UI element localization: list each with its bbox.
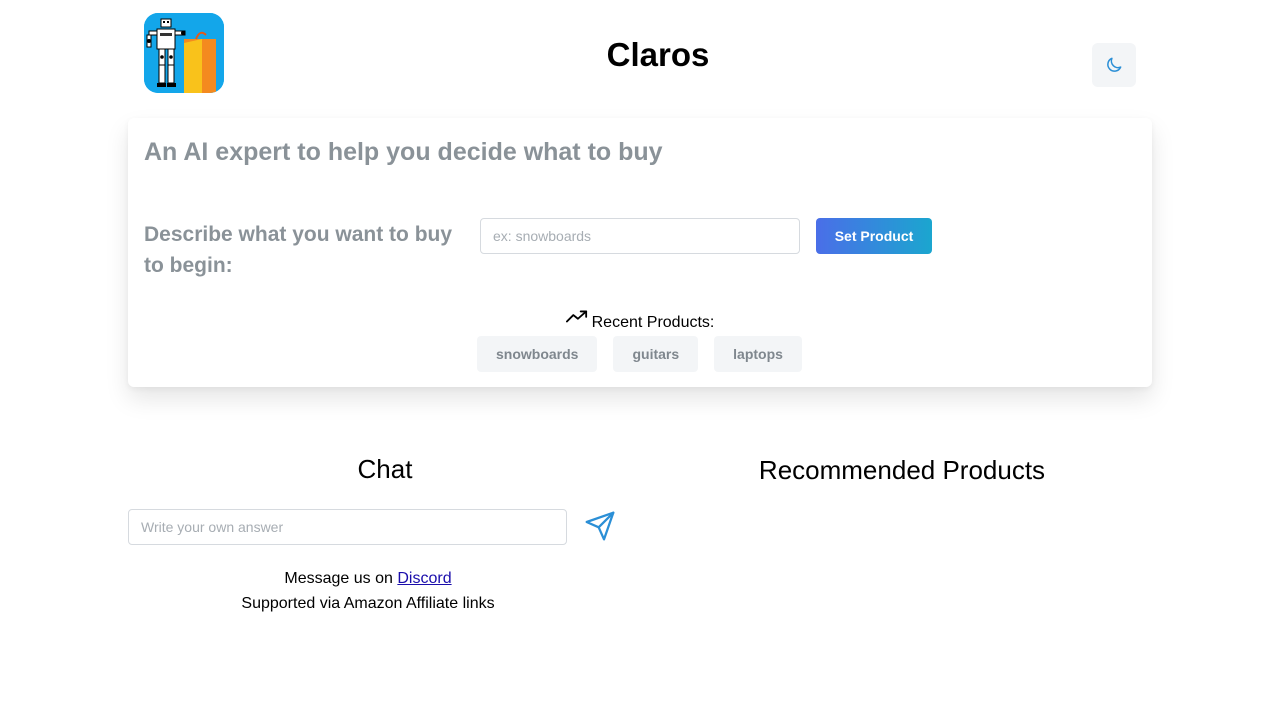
moon-icon [1107,57,1122,72]
trending-up-icon [565,310,587,323]
send-icon [585,511,615,541]
recent-product-chip[interactable]: snowboards [477,336,598,372]
product-input[interactable] [480,218,800,254]
recent-product-chip[interactable]: guitars [613,336,699,372]
discord-message: Message us on Discord [128,566,608,591]
tagline: An AI expert to help you decide what to … [144,138,663,166]
intro-card: An AI expert to help you decide what to … [128,118,1152,387]
footer: Message us on Discord Supported via Amaz… [128,566,608,616]
discord-message-prefix: Message us on [284,570,398,587]
describe-label: Describe what you want to buy to begin: [144,223,453,277]
chat-title: Chat [357,454,413,484]
send-button[interactable] [583,510,617,544]
recent-products-header: Recent Products: [128,308,1152,333]
recommended-products-title: Recommended Products [758,455,1046,485]
recent-products-label: Recent Products: [591,314,715,331]
app-logo [144,13,224,93]
answer-input[interactable] [128,509,567,545]
set-product-button[interactable]: Set Product [816,218,932,254]
discord-link[interactable]: Discord [397,570,451,587]
robot-shopping-icon [144,13,224,93]
theme-toggle-button[interactable] [1092,43,1136,87]
affiliate-note: Supported via Amazon Affiliate links [241,595,495,612]
app-title: Claros [606,36,710,73]
recent-products-list: snowboards guitars laptops [477,336,802,372]
recent-product-chip[interactable]: laptops [714,336,802,372]
